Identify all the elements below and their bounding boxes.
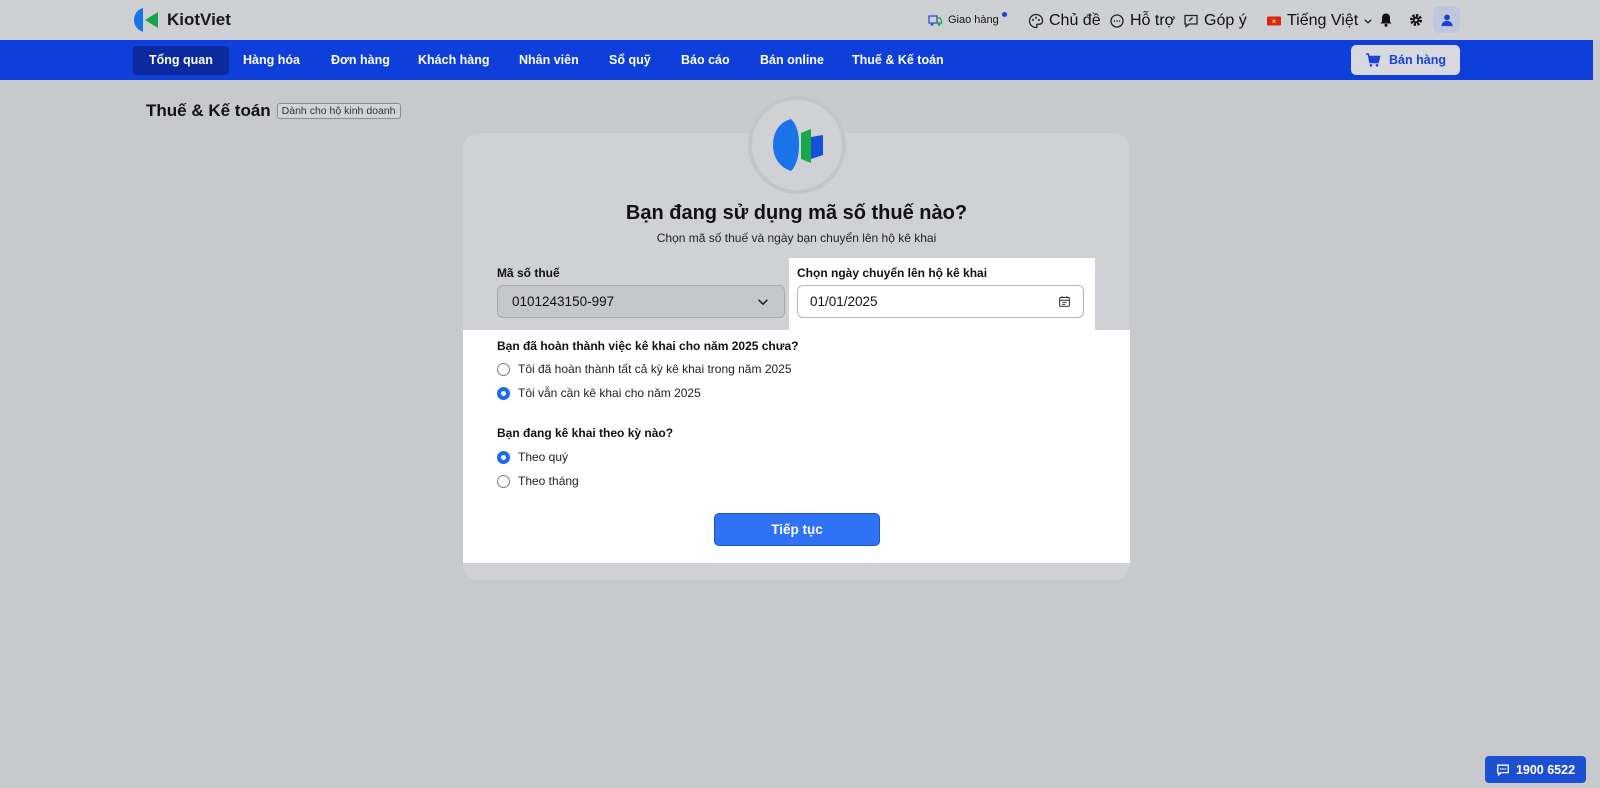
theme-link[interactable]: Chủ đề [1028,12,1101,30]
period-option-monthly-label: Theo tháng [518,474,579,488]
nav-item-customers[interactable]: Khách hàng [402,46,506,75]
language-label: Tiếng Việt [1287,12,1359,29]
tax-code-value: 0101243150-997 [512,294,615,309]
nav-item-staff[interactable]: Nhân viên [503,46,595,75]
support-link[interactable]: Hỗ trợ [1109,12,1175,30]
nav-item-cashbook[interactable]: Sổ quỹ [593,46,667,75]
kiotviet-large-logo-icon [773,119,823,171]
top-bar: KiotViet Giao hàng Chủ đề Hỗ trợ Góp ý T… [0,0,1600,40]
period-option-quarterly[interactable]: Theo quý [497,450,568,464]
sell-button-label: Bán hàng [1389,53,1446,67]
page-title: Thuế & Kế toán [146,101,271,120]
business-type-badge: Dành cho hộ kinh doanh [276,103,401,119]
completion-question: Bạn đã hoàn thành việc kê khai cho năm 2… [497,339,799,353]
shopping-cart-icon [1366,53,1381,67]
completion-option-done-label: Tôi đã hoàn thành tất cả kỳ kê khai tron… [518,362,792,376]
radio-done[interactable] [497,362,510,376]
radio-quarterly[interactable] [497,450,510,464]
switch-date-value: 01/01/2025 [810,294,878,309]
chat-bubble-icon [1110,14,1124,28]
theme-label: Chủ đề [1049,12,1101,29]
delivery-link[interactable]: Giao hàng [927,12,999,28]
vietnam-flag-icon [1267,16,1281,26]
completion-option-pending[interactable]: Tôi vẫn cần kê khai cho năm 2025 [497,386,701,400]
switch-date-input[interactable]: 01/01/2025 [797,285,1084,318]
kiotviet-logo-icon [134,8,158,32]
period-option-monthly[interactable]: Theo tháng [497,474,579,488]
nav-item-tax-accounting[interactable]: Thuế & Kế toán [836,46,960,75]
delivery-label: Giao hàng [948,14,999,26]
nav-item-online-sales[interactable]: Bán online [744,46,840,75]
period-question: Bạn đang kê khai theo kỳ nào? [497,426,674,440]
support-label: Hỗ trợ [1130,12,1176,29]
delivery-truck-icon [928,15,943,26]
period-option-quarterly-label: Theo quý [518,450,569,464]
delivery-notification-dot [1002,12,1007,17]
chevron-down-icon [1364,19,1372,24]
user-avatar-button[interactable] [1433,6,1460,33]
sell-button[interactable]: Bán hàng [1351,45,1460,75]
feedback-label: Góp ý [1204,12,1247,29]
form-subheading: Chọn mã số thuế và ngày bạn chuyển lên h… [656,231,937,245]
brand-name: KiotViet [167,10,231,29]
language-selector[interactable]: Tiếng Việt [1266,12,1373,30]
nav-item-reports[interactable]: Báo cáo [665,46,746,75]
user-icon [1440,13,1453,26]
nav-item-orders[interactable]: Đơn hàng [315,46,406,75]
gear-icon [1410,14,1422,26]
page-header: Thuế & Kế toán Dành cho hộ kinh doanh [146,101,401,121]
brand-logo[interactable]: KiotViet [133,6,231,34]
completion-option-done[interactable]: Tôi đã hoàn thành tất cả kỳ kê khai tron… [497,362,792,376]
bell-icon [1380,13,1392,27]
feedback-link[interactable]: Góp ý [1183,12,1247,30]
continue-button[interactable]: Tiếp tục [714,513,880,546]
nav-item-products[interactable]: Hàng hóa [227,46,316,75]
hotline-number: 1900 6522 [1515,762,1576,777]
tax-code-label: Mã số thuế [497,266,560,280]
feedback-icon [1184,14,1198,28]
settings-button[interactable] [1408,12,1424,28]
chevron-down-icon [758,298,768,305]
notifications-button[interactable] [1378,12,1394,28]
calendar-icon[interactable] [1058,295,1071,308]
completion-option-pending-label: Tôi vẫn cần kê khai cho năm 2025 [518,386,701,400]
chat-icon [1497,764,1509,776]
form-heading: Bạn đang sử dụng mã số thuế nào? [625,202,968,224]
radio-pending[interactable] [497,386,510,400]
hotline-button[interactable]: 1900 6522 [1485,756,1586,783]
nav-item-overview[interactable]: Tổng quan [133,46,229,75]
card-logo [748,96,846,194]
palette-icon [1028,13,1044,29]
tax-code-select[interactable]: 0101243150-997 [497,285,785,318]
radio-monthly[interactable] [497,474,510,488]
switch-date-label: Chọn ngày chuyển lên hộ kê khai [797,266,988,280]
